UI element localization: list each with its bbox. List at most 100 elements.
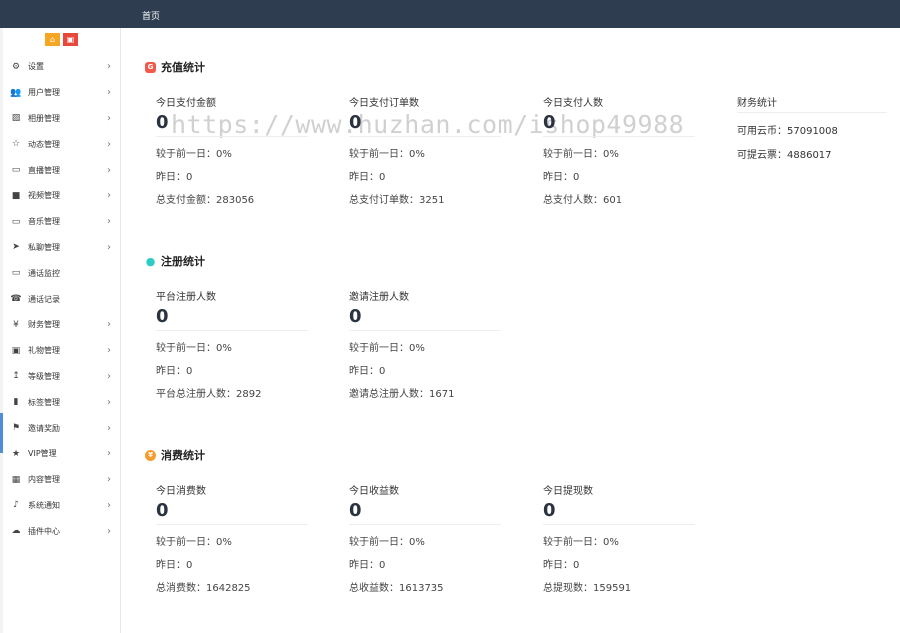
chevron-right-icon: › [107,61,111,73]
monitor-icon: ▭ [11,268,21,279]
chevron-right-icon: › [107,345,111,357]
chevron-right-icon: › [107,319,111,331]
tab-home[interactable]: 首页 [142,9,160,22]
sidebar-item-label: VIP管理 [28,449,57,459]
star-filled-icon: ★ [11,448,21,459]
register-title-text: 注册统计 [161,255,205,268]
shop-icon[interactable]: ▣ [63,33,78,46]
sidebar-item-label: 系统通知 [28,500,60,510]
chevron-right-icon: › [107,396,111,408]
chevron-right-icon: › [107,474,111,486]
sidebar-menu: ⚙ 设置 › 👥 用户管理 › ▨ 相册管理 › ☆ 动态管理 › ▭ 直播管理 › ■ 视频管理 › ▭ 音乐管理 ›… [0,54,120,544]
quick-actions: ⌂ ▣ [45,33,78,46]
telegram-icon: ➤ [12,242,20,253]
register-card-platform: 平台注册人数 0 较于前一日：0% 昨日：0 平台总注册人数：2892 [156,288,308,400]
card-value: 0 [156,112,308,137]
card-value: 0 [349,306,501,331]
finance-coins: 可用云币：57091008 [737,126,838,137]
card-value: 0 [349,500,501,525]
chevron-right-icon: › [107,241,111,253]
sidebar-item-label: 动态管理 [28,139,60,149]
video-icon: ■ [11,190,21,201]
sidebar-item-label: 直播管理 [28,165,60,175]
finance-withdrawable: 可提云票：4886017 [737,150,832,161]
sidebar-item-label: 通话监控 [28,268,60,278]
card-compare: 较于前一日：0% [156,343,232,354]
sidebar-item-3[interactable]: ☆ 动态管理 › [0,131,120,157]
sidebar-item-4[interactable]: ▭ 直播管理 › [0,157,120,183]
chevron-right-icon: › [107,138,111,150]
card-value: 0 [156,306,308,331]
card-yesterday: 昨日：0 [349,366,386,377]
card-label: 今日提现数 [543,486,593,497]
consume-title-text: 消费统计 [161,449,205,462]
chevron-right-icon: › [107,422,111,434]
card-value: 0 [349,112,501,137]
sidebar-item-18[interactable]: ☁ 插件中心 › [0,518,120,544]
chevron-right-icon: › [107,164,111,176]
card-compare: 较于前一日：0% [543,149,619,160]
bookmark-icon: ▮ [13,397,19,408]
card-total: 平台总注册人数：2892 [156,389,262,400]
sidebar-item-label: 礼物管理 [28,346,60,356]
card-value: 0 [156,500,308,525]
top-navbar: 首页 [0,0,900,28]
card-compare: 较于前一日：0% [349,537,425,548]
main-content: https://www.huzhan.com/ishop49988 G 充值统计… [121,28,900,633]
recharge-card-amount: 今日支付金额 0 较于前一日：0% 昨日：0 总支付金额：283056 [156,94,308,206]
card-total: 总提现数：159591 [543,583,632,594]
gear-icon: ⚙ [11,61,21,72]
sidebar-item-10[interactable]: ¥ 财务管理 › [0,312,120,338]
register-card-invite: 邀请注册人数 0 较于前一日：0% 昨日：0 邀请总注册人数：1671 [349,288,501,400]
card-compare: 较于前一日：0% [156,537,232,548]
sidebar-item-label: 视频管理 [28,191,60,201]
image-icon: ▨ [11,113,21,124]
user-icon: ● [145,254,156,268]
sidebar-item-16[interactable]: ▦ 内容管理 › [0,467,120,493]
bell-icon: ♪ [13,500,19,511]
chevron-right-icon: › [107,525,111,537]
sidebar-item-15[interactable]: ★ VIP管理 › [0,441,120,467]
sidebar-item-label: 财务管理 [28,320,60,330]
sidebar-item-13[interactable]: ▮ 标签管理 › [0,389,120,415]
monitor-icon: ▭ [11,165,21,176]
card-total: 总消费数：1642825 [156,583,251,594]
monitor-icon: ▭ [11,216,21,227]
sidebar-item-17[interactable]: ♪ 系统通知 › [0,493,120,519]
card-yesterday: 昨日：0 [543,560,580,571]
card-compare: 较于前一日：0% [156,149,232,160]
card-value: 0 [543,112,695,137]
sidebar-item-1[interactable]: 👥 用户管理 › [0,80,120,106]
recharge-section-title: G 充值统计 [145,59,205,75]
sidebar-item-label: 邀请奖励 [28,423,60,433]
sidebar-item-0[interactable]: ⚙ 设置 › [0,54,120,80]
sidebar-item-5[interactable]: ■ 视频管理 › [0,183,120,209]
level-icon: ↥ [12,371,20,382]
sidebar-item-8[interactable]: ▭ 通话监控 [0,260,120,286]
sidebar-item-12[interactable]: ↥ 等级管理 › [0,364,120,390]
sidebar-item-6[interactable]: ▭ 音乐管理 › [0,209,120,235]
register-section-title: ● 注册统计 [145,253,205,269]
card-label: 今日支付金额 [156,98,216,109]
card-yesterday: 昨日：0 [156,560,193,571]
card-label: 今日消费数 [156,486,206,497]
consume-section-title: ¥ 消费统计 [145,447,205,463]
finance-stats: 财务统计 可用云币：57091008 可提云票：4886017 [737,94,887,161]
sidebar-item-2[interactable]: ▨ 相册管理 › [0,106,120,132]
recharge-card-orders: 今日支付订单数 0 较于前一日：0% 昨日：0 总支付订单数：3251 [349,94,501,206]
card-label: 今日收益数 [349,486,399,497]
sidebar-item-9[interactable]: ☎ 通话记录 [0,286,120,312]
sitemap-icon: ⚑ [11,423,21,434]
card-value: 0 [543,500,695,525]
card-label: 邀请注册人数 [349,292,409,303]
consume-card-withdraw: 今日提现数 0 较于前一日：0% 昨日：0 总提现数：159591 [543,482,695,594]
sidebar-item-label: 标签管理 [28,397,60,407]
card-total: 总支付订单数：3251 [349,195,445,206]
sidebar-item-7[interactable]: ➤ 私聊管理 › [0,235,120,261]
chevron-right-icon: › [107,112,111,124]
home-icon[interactable]: ⌂ [45,33,60,46]
sidebar-item-label: 设置 [28,62,44,72]
sidebar-item-14[interactable]: ⚑ 邀请奖励 › [0,415,120,441]
sidebar-item-11[interactable]: ▣ 礼物管理 › [0,338,120,364]
sidebar-item-label: 用户管理 [28,88,60,98]
